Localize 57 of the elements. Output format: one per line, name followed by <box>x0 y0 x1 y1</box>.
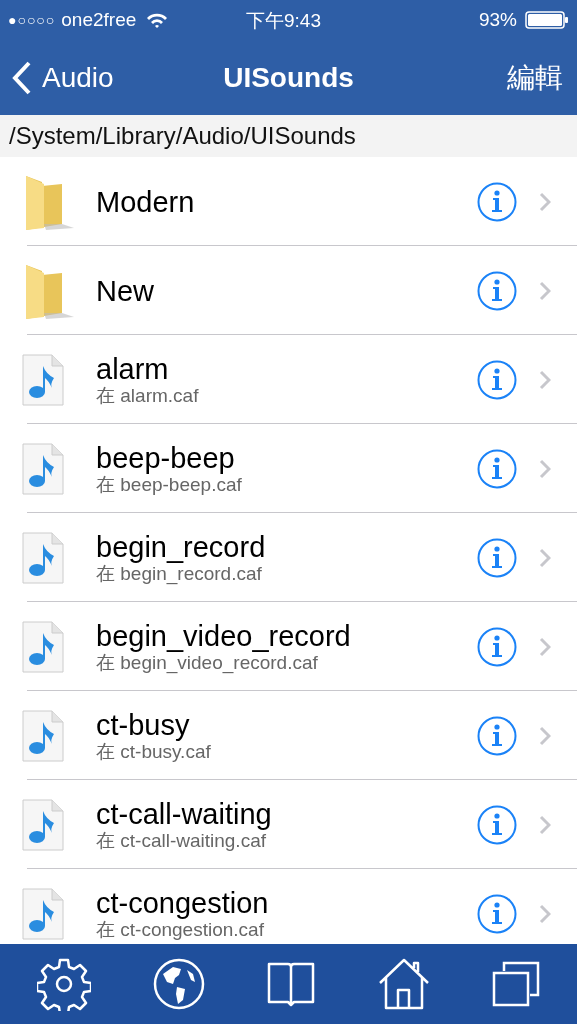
music-file-icon <box>22 798 64 851</box>
info-button[interactable] <box>477 893 517 934</box>
chevron-right-icon <box>539 280 551 301</box>
file-location: 在 beep-beep.caf <box>96 473 242 496</box>
file-location: 在 ct-call-waiting.caf <box>96 829 266 852</box>
file-location: 在 alarm.caf <box>96 384 199 407</box>
home-icon[interactable] <box>378 958 431 1010</box>
wifi-icon <box>146 12 169 28</box>
settings-icon[interactable] <box>36 957 91 1011</box>
chevron-right-icon <box>539 903 551 924</box>
file-location: 在 begin_record.caf <box>96 562 262 585</box>
info-button[interactable] <box>477 270 517 311</box>
music-file-icon <box>22 353 64 406</box>
chevron-right-icon <box>539 547 551 568</box>
back-button[interactable]: Audio <box>12 56 114 99</box>
chevron-right-icon <box>539 636 551 657</box>
file-name: alarm <box>96 352 170 385</box>
file-name: ct-call-waiting <box>96 797 272 830</box>
back-chevron-icon <box>12 60 32 95</box>
chevron-right-icon <box>539 725 551 746</box>
info-button[interactable] <box>477 359 517 400</box>
carrier-name: one2free <box>61 7 137 32</box>
music-file-icon <box>22 709 64 762</box>
chevron-right-icon <box>539 369 551 390</box>
file-location: 在 begin_video_record.caf <box>96 651 318 674</box>
file-name: begin_video_record <box>96 619 351 652</box>
file-name: ct-busy <box>96 708 191 741</box>
file-name: beep-beep <box>96 441 236 474</box>
battery-percent: 93% <box>478 7 517 32</box>
info-button[interactable] <box>477 626 517 667</box>
info-button[interactable] <box>477 715 517 756</box>
info-button[interactable] <box>477 181 517 222</box>
edit-button[interactable]: 編輯 <box>507 56 563 99</box>
windows-icon[interactable] <box>492 961 541 1007</box>
file-name: begin_record <box>96 530 266 563</box>
music-file-icon <box>22 620 64 673</box>
chevron-right-icon <box>539 814 551 835</box>
info-button[interactable] <box>477 537 517 578</box>
info-button[interactable] <box>477 448 517 489</box>
chevron-right-icon <box>539 191 551 212</box>
navigation-title: UISounds <box>223 60 354 95</box>
music-file-icon <box>22 442 64 495</box>
folder-name: New <box>96 274 154 307</box>
globe-icon[interactable] <box>152 958 205 1010</box>
music-file-icon <box>22 531 64 584</box>
music-file-icon <box>22 887 64 940</box>
chevron-right-icon <box>539 458 551 479</box>
signal-strength-dots: ●○○○○ <box>8 10 56 30</box>
clock-time: 下午9:43 <box>246 9 321 33</box>
file-location: 在 ct-busy.caf <box>96 740 211 763</box>
file-name: ct-congestion <box>96 886 269 919</box>
file-location: 在 ct-congestion.caf <box>96 918 264 941</box>
path-label: /System/Library/Audio/UISounds <box>9 121 356 151</box>
battery-icon <box>525 11 569 29</box>
folder-name: Modern <box>96 185 195 218</box>
info-button[interactable] <box>477 804 517 845</box>
book-icon[interactable] <box>266 961 317 1007</box>
